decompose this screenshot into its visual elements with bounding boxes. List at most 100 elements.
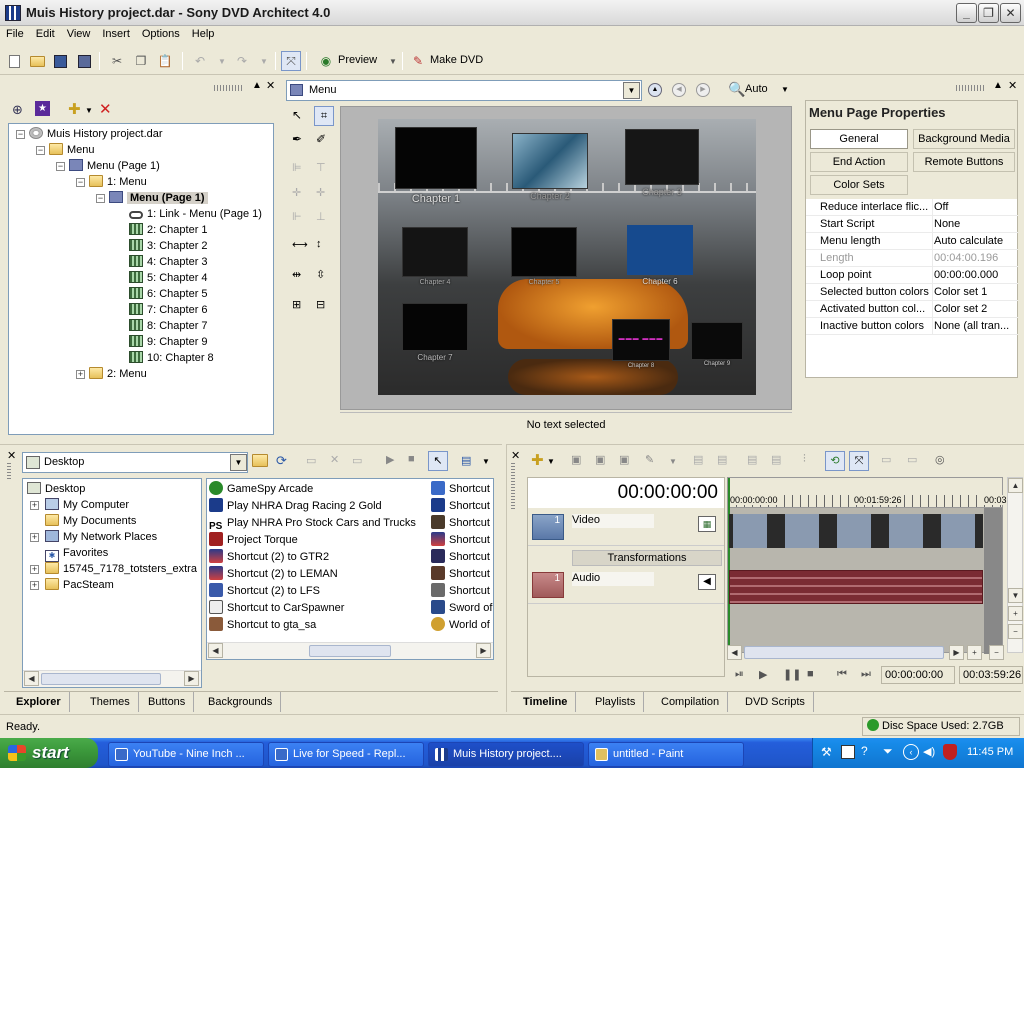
scroll-left-icon[interactable]: ◀ xyxy=(208,643,223,658)
insert-icon[interactable]: ▣ xyxy=(571,453,581,466)
scroll-up-icon[interactable]: ▲ xyxy=(1008,478,1023,493)
marker-icon[interactable]: ✎ xyxy=(645,453,654,466)
play-icon[interactable]: ▶ xyxy=(386,453,394,466)
tab-end-action[interactable]: End Action xyxy=(810,152,908,172)
menu-insert[interactable]: Insert xyxy=(96,26,136,40)
chapter-button[interactable] xyxy=(625,129,699,185)
zoom-in-icon[interactable]: + xyxy=(1008,606,1023,621)
file-item[interactable]: Shortcut to CarSpawner xyxy=(209,600,344,617)
star-icon[interactable]: ★ xyxy=(35,101,50,116)
file-item[interactable]: Shortcut xyxy=(431,481,490,498)
tree-item-menu1-page[interactable]: Menu (Page 1) xyxy=(109,190,208,206)
property-value[interactable]: None (all tran... xyxy=(932,318,1016,334)
marker-dropdown-icon[interactable]: ▼ xyxy=(669,457,677,466)
menu-file[interactable]: File xyxy=(0,26,30,40)
delete-icon[interactable]: ✕ xyxy=(99,100,112,118)
property-value[interactable]: Color set 2 xyxy=(932,301,1016,317)
track-name[interactable]: Video xyxy=(572,514,654,528)
add-dropdown-icon[interactable]: ▼ xyxy=(85,106,93,115)
timeline-ruler[interactable]: 00:00:00:00 00:01:59:26 00:03 xyxy=(728,478,1007,508)
ripple-icon[interactable]: ⤧ xyxy=(849,451,869,471)
location-dropdown[interactable]: Desktop ▼ xyxy=(22,452,248,473)
video-track-header[interactable]: 1 Video ▦ xyxy=(528,510,724,546)
tree-item-root[interactable]: Muis History project.dar xyxy=(29,126,163,142)
timeline-hscroll[interactable]: ◀ ▶ + − xyxy=(727,645,1023,661)
help-icon[interactable]: ? xyxy=(861,744,868,758)
collapse-toggle[interactable]: − xyxy=(76,178,85,187)
tree-item-chapter[interactable]: 5: Chapter 4 xyxy=(129,270,208,286)
align-left-icon[interactable]: ⊫ xyxy=(292,161,302,174)
task-youtube[interactable]: YouTube - Nine Inch ... xyxy=(108,742,264,767)
stop-icon[interactable]: ■ xyxy=(807,668,814,680)
add-dropdown-icon[interactable]: ▼ xyxy=(547,457,555,466)
task-dvd-architect[interactable]: Muis History project.... xyxy=(428,742,584,767)
task-paint[interactable]: untitled - Paint xyxy=(588,742,744,767)
preview-button[interactable]: Preview xyxy=(338,54,377,66)
stop-icon[interactable]: ■ xyxy=(408,453,415,465)
file-item[interactable]: Sword of xyxy=(431,600,492,617)
zoom-out-icon[interactable]: ▭ xyxy=(907,453,917,466)
scroll-left-icon[interactable]: ◀ xyxy=(24,671,39,686)
title-bar[interactable]: Muis History project.dar - Sony DVD Arch… xyxy=(0,0,1024,26)
menu-edit[interactable]: Edit xyxy=(30,26,61,40)
horizontal-scrollbar[interactable]: ◀ ▶ xyxy=(207,642,493,659)
zoom-out-icon[interactable]: − xyxy=(989,645,1004,660)
views-icon[interactable]: ▤ xyxy=(461,454,471,467)
tree-item-network[interactable]: My Network Places xyxy=(45,529,157,545)
file-item[interactable]: Shortcut to gta_sa xyxy=(209,617,316,634)
horizontal-scrollbar[interactable]: ◀ ▶ xyxy=(23,670,201,687)
audio-clip[interactable] xyxy=(729,570,983,604)
tree-item-favorites[interactable]: ✱ Favorites xyxy=(45,545,108,562)
insert-menu-icon[interactable]: ▣ xyxy=(595,453,605,466)
collapse-toggle[interactable]: − xyxy=(36,146,45,155)
position-time[interactable]: 00:00:00:00 xyxy=(881,666,955,684)
scroll-thumb[interactable] xyxy=(744,646,944,659)
maximize-button[interactable]: ❐ xyxy=(978,3,999,23)
tray-app-icon[interactable] xyxy=(841,745,855,759)
center-vertical-icon[interactable]: ⊟ xyxy=(316,298,325,311)
open-folder-icon[interactable] xyxy=(27,51,47,71)
save-icon[interactable] xyxy=(50,51,70,71)
tree-item-my-computer[interactable]: My Computer xyxy=(45,497,129,513)
timeline-area[interactable]: 00:00:00:00 00:01:59:26 00:03 xyxy=(727,477,1007,654)
pane-close-icon[interactable]: ✕ xyxy=(511,449,520,462)
add-icon[interactable]: ✚ xyxy=(68,100,81,118)
file-item[interactable]: Shortcut xyxy=(431,566,490,583)
property-value[interactable]: Off xyxy=(932,199,1016,215)
undo-icon[interactable]: ↶ xyxy=(190,51,210,71)
copy-icon[interactable]: ▤ xyxy=(717,453,727,466)
previous-marker-icon[interactable]: ⏮ xyxy=(837,668,847,681)
target-icon[interactable]: ⊕ xyxy=(12,102,23,118)
chapter-button[interactable] xyxy=(402,227,468,277)
redo-dropdown-icon[interactable]: ▼ xyxy=(254,51,274,71)
start-button[interactable]: start xyxy=(0,738,98,768)
trim-icon[interactable]: ▤ xyxy=(771,453,781,466)
menu-help[interactable]: Help xyxy=(186,26,221,40)
paste-icon[interactable]: 📋 xyxy=(155,51,175,71)
property-row[interactable]: Loop point 00:00:00.000 xyxy=(806,267,1018,284)
redo-icon[interactable]: ↷ xyxy=(232,51,252,71)
folder-icon[interactable]: ▭ xyxy=(352,454,362,467)
pen-tool-icon[interactable]: ✒ xyxy=(292,132,302,146)
tab-playlists[interactable]: Playlists xyxy=(587,692,645,712)
tab-themes[interactable]: Themes xyxy=(82,692,139,712)
tree-item-folder[interactable]: PacSteam xyxy=(45,577,114,593)
refresh-icon[interactable]: ⟳ xyxy=(276,453,287,469)
file-item[interactable]: Shortcut xyxy=(431,498,490,515)
tree-item-menu[interactable]: Menu xyxy=(49,142,95,158)
property-row[interactable]: Menu length Auto calculate xyxy=(806,233,1018,250)
pane-close-icon[interactable]: ✕ xyxy=(266,79,275,92)
pane-close-icon[interactable]: ✕ xyxy=(1008,79,1017,92)
close-button[interactable]: ✕ xyxy=(1000,3,1021,23)
same-height-icon[interactable]: ↕ xyxy=(316,238,322,250)
scroll-right-icon[interactable]: ▶ xyxy=(949,645,964,660)
tree-item-chapter[interactable]: 7: Chapter 6 xyxy=(129,302,208,318)
insert-button-icon[interactable]: ▣ xyxy=(619,453,629,466)
tree-item-menu1[interactable]: 1: Menu xyxy=(89,174,147,190)
undo-dropdown-icon[interactable]: ▼ xyxy=(212,51,232,71)
tab-general[interactable]: General xyxy=(810,129,908,149)
tree-item-chapter[interactable]: 4: Chapter 3 xyxy=(129,254,208,270)
zoom-in-icon[interactable]: + xyxy=(967,645,982,660)
pane-close-icon[interactable]: ✕ xyxy=(7,449,16,462)
chapter-button[interactable] xyxy=(511,227,577,277)
